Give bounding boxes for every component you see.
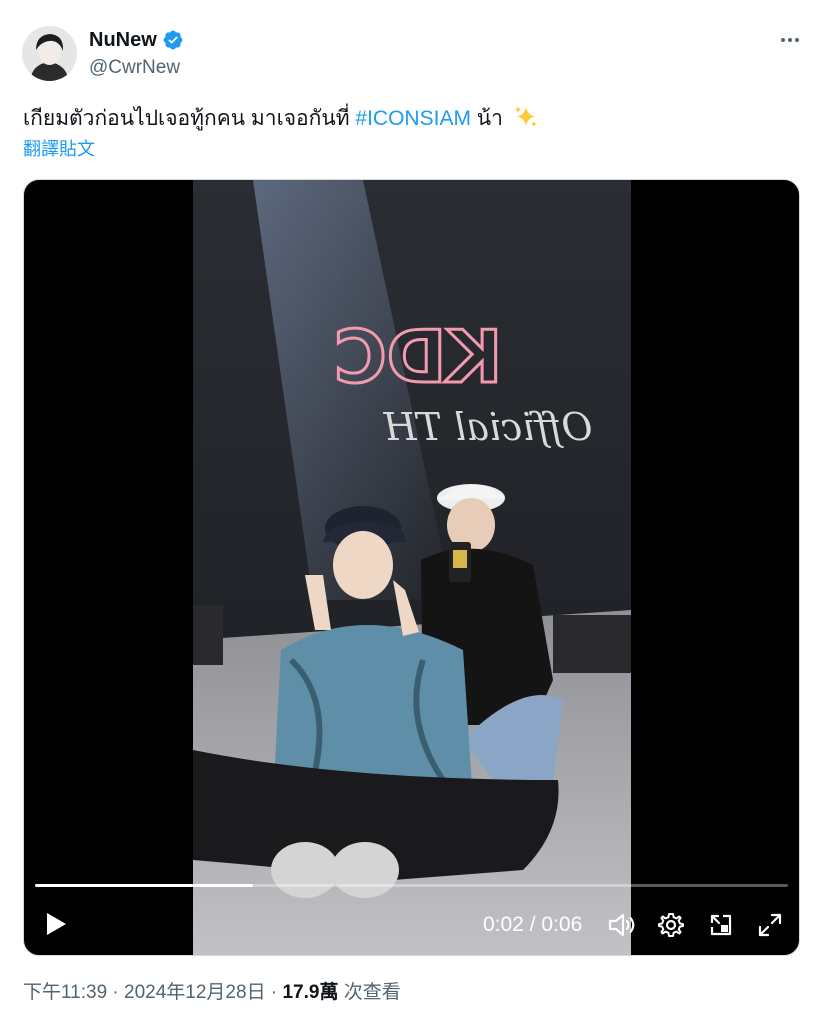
video-player[interactable]: KDC Official TH 0:02 / 0:06 [23, 179, 800, 956]
settings-gear-icon[interactable] [658, 912, 684, 938]
dot-icon [781, 38, 785, 42]
views-label: 次查看 [338, 982, 401, 1003]
volume-muted-icon[interactable] [607, 912, 637, 938]
video-frame[interactable]: KDC Official TH [193, 180, 631, 955]
video-progress-bar[interactable] [35, 884, 788, 887]
meta-separator: · [265, 982, 283, 1003]
dot-icon [788, 38, 792, 42]
verified-badge-icon [163, 30, 183, 50]
neon-script: Official TH [383, 405, 593, 449]
picture-in-picture-icon[interactable] [708, 912, 734, 938]
sparkles-icon [514, 106, 537, 127]
views-count: 17.9萬 [282, 982, 339, 1003]
more-options-button[interactable] [778, 30, 802, 50]
video-time: 0:02 / 0:06 [483, 913, 583, 936]
tweet-text: เกียมตัวก่อนไปเจอทู้กคน มาเจอกันที่ #ICO… [23, 104, 539, 133]
video-still: KDC Official TH [193, 180, 631, 955]
video-progress-fill [35, 884, 254, 887]
avatar[interactable] [22, 26, 77, 81]
dot-icon [795, 38, 799, 42]
play-icon[interactable] [44, 911, 68, 937]
hashtag-link[interactable]: #ICONSIAM [355, 107, 471, 130]
tweet-text-tail: น้า [470, 107, 503, 130]
author-name-row: NuNew [89, 28, 184, 52]
meta-separator: · [107, 982, 125, 1003]
post-time[interactable]: 下午11:39 [23, 982, 107, 1003]
author-name[interactable]: NuNew [89, 28, 157, 52]
translate-post-link[interactable]: 翻譯貼文 [23, 137, 95, 161]
post-date[interactable]: 2024年12月28日 [124, 982, 266, 1003]
author-handle[interactable]: @CwrNew [89, 56, 180, 80]
tweet-text-main: เกียมตัวก่อนไปเจอทู้กคน มาเจอกันที่ [23, 107, 356, 130]
fullscreen-icon[interactable] [757, 912, 783, 938]
neon-sign: KDC [334, 315, 502, 399]
avatar-photo [22, 26, 77, 81]
tweet-meta: 下午11:39 · 2024年12月28日 · 17.9萬 次查看 [23, 980, 401, 1006]
